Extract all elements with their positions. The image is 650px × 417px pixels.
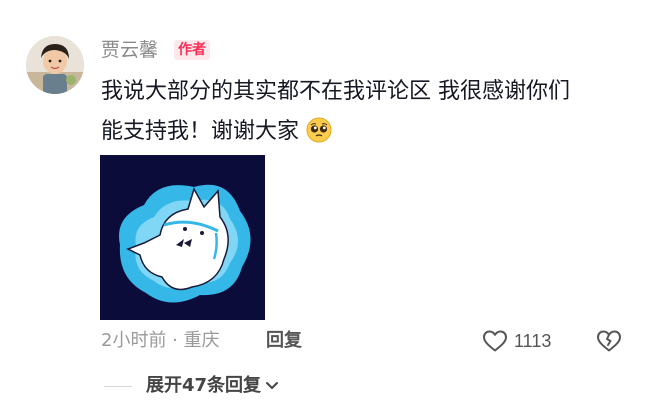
username[interactable]: 贾云馨: [101, 37, 158, 63]
pleading-face-icon: [306, 117, 332, 143]
comment-text: 我说大部分的其实都不在我评论区 我很感谢你们 能支持我！谢谢大家: [101, 72, 631, 152]
expand-divider: [104, 386, 132, 387]
broken-heart-icon[interactable]: [596, 328, 622, 354]
avatar[interactable]: [26, 36, 84, 94]
like-button[interactable]: 1113: [482, 328, 551, 354]
comment-text-line-2: 能支持我！谢谢大家: [101, 112, 631, 152]
like-count: 1113: [514, 330, 552, 351]
expand-replies-button[interactable]: 展开47条回复: [146, 373, 279, 399]
comment-text-line-1: 我说大部分的其实都不在我评论区 我很感谢你们: [101, 79, 570, 104]
chevron-down-icon: [266, 382, 279, 389]
comment-sticker-image[interactable]: [100, 155, 265, 320]
heart-icon: [483, 330, 507, 352]
comment-text-line-2-text: 能支持我！谢谢大家: [101, 119, 300, 144]
comment-time-location: 2小时前 · 重庆: [101, 330, 220, 351]
expand-replies-label: 展开47条回复: [146, 375, 262, 396]
author-badge: 作者: [174, 40, 210, 60]
reply-button[interactable]: 回复: [266, 328, 302, 354]
